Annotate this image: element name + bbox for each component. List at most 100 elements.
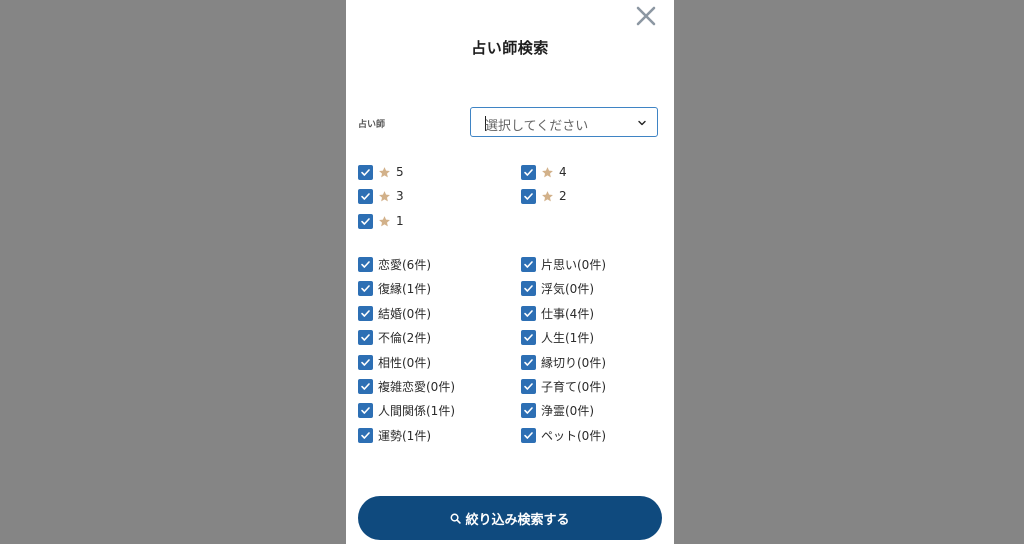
checkbox[interactable]	[521, 305, 536, 321]
checkbox[interactable]	[358, 213, 373, 229]
checkmark-icon	[524, 431, 533, 439]
category-filter[interactable]: 子育て(0件)	[521, 378, 606, 394]
checkmark-icon	[524, 358, 533, 366]
checkbox[interactable]	[358, 305, 373, 321]
checkbox[interactable]	[358, 378, 373, 394]
checkmark-icon	[361, 192, 370, 200]
fortune-teller-select-placeholder: 選択してください	[485, 119, 589, 134]
checkmark-icon	[524, 309, 533, 317]
category-filter[interactable]: 恋愛(6件)	[358, 256, 431, 272]
category-label: 恋愛(6件)	[378, 257, 431, 272]
category-filter[interactable]: ペット(0件)	[521, 427, 606, 443]
category-label: 人生(1件)	[541, 330, 594, 345]
category-filter[interactable]: 浄霊(0件)	[521, 402, 594, 418]
checkbox[interactable]	[358, 427, 373, 443]
chevron-down-icon	[638, 120, 646, 126]
checkmark-icon	[361, 309, 370, 317]
checkmark-icon	[524, 333, 533, 341]
star-icon	[542, 166, 553, 177]
checkmark-icon	[361, 406, 370, 414]
rating-label: 3	[396, 189, 404, 203]
category-label: 不倫(2件)	[378, 330, 431, 345]
rating-label: 4	[559, 165, 567, 179]
checkbox[interactable]	[521, 329, 536, 345]
category-filter[interactable]: 縁切り(0件)	[521, 354, 606, 370]
category-filter[interactable]: 不倫(2件)	[358, 329, 431, 345]
checkbox[interactable]	[358, 280, 373, 296]
checkmark-icon	[361, 358, 370, 366]
category-label: 運勢(1件)	[378, 428, 431, 443]
category-label: 複雑恋愛(0件)	[378, 379, 455, 394]
checkbox[interactable]	[521, 427, 536, 443]
filter-search-button[interactable]: 絞り込み検索する	[358, 496, 662, 540]
checkmark-icon	[361, 431, 370, 439]
category-filter[interactable]: 相性(0件)	[358, 354, 431, 370]
search-modal: 占い師検索 占い師 選択してください 5 4 3 2 1 恋愛(6件) 片思い(…	[346, 0, 674, 544]
checkbox[interactable]	[521, 402, 536, 418]
category-filter[interactable]: 仕事(4件)	[521, 305, 594, 321]
category-label: 子育て(0件)	[541, 379, 606, 394]
checkbox[interactable]	[358, 402, 373, 418]
category-filter[interactable]: 復縁(1件)	[358, 280, 431, 296]
star-icon	[379, 166, 390, 177]
checkmark-icon	[361, 284, 370, 292]
checkbox[interactable]	[521, 354, 536, 370]
category-label: 浄霊(0件)	[541, 403, 594, 418]
close-button[interactable]	[635, 5, 657, 27]
checkbox[interactable]	[521, 188, 536, 204]
modal-title: 占い師検索	[471, 39, 549, 57]
rating-filter-2[interactable]: 2	[521, 188, 567, 204]
category-label: ペット(0件)	[541, 428, 606, 443]
checkmark-icon	[524, 192, 533, 200]
category-label: 縁切り(0件)	[541, 355, 606, 370]
checkmark-icon	[524, 284, 533, 292]
star-icon	[542, 190, 553, 201]
category-filter[interactable]: 結婚(0件)	[358, 305, 431, 321]
checkmark-icon	[361, 333, 370, 341]
category-label: 仕事(4件)	[541, 306, 594, 321]
checkmark-icon	[361, 168, 370, 176]
checkbox[interactable]	[521, 164, 536, 180]
rating-filter-3[interactable]: 3	[358, 188, 404, 204]
rating-label: 1	[396, 214, 404, 228]
category-filter[interactable]: 複雑恋愛(0件)	[358, 378, 455, 394]
checkbox[interactable]	[521, 256, 536, 272]
rating-filter-5[interactable]: 5	[358, 164, 404, 180]
checkbox[interactable]	[358, 164, 373, 180]
category-label: 結婚(0件)	[378, 306, 431, 321]
category-label: 人間関係(1件)	[378, 403, 455, 418]
close-icon	[636, 6, 656, 26]
search-icon	[451, 513, 462, 524]
checkbox[interactable]	[358, 256, 373, 272]
category-filter[interactable]: 浮気(0件)	[521, 280, 594, 296]
checkmark-icon	[524, 168, 533, 176]
rating-filter-4[interactable]: 4	[521, 164, 567, 180]
checkmark-icon	[524, 260, 533, 268]
checkbox[interactable]	[358, 354, 373, 370]
fortune-teller-label: 占い師	[358, 120, 386, 130]
category-label: 片思い(0件)	[541, 257, 606, 272]
checkbox[interactable]	[358, 188, 373, 204]
category-filter[interactable]: 人生(1件)	[521, 329, 594, 345]
star-icon	[379, 215, 390, 226]
checkmark-icon	[361, 217, 370, 225]
star-icon	[379, 190, 390, 201]
checkmark-icon	[361, 382, 370, 390]
category-label: 復縁(1件)	[378, 281, 431, 296]
rating-label: 2	[559, 189, 567, 203]
fortune-teller-select[interactable]: 選択してください	[470, 107, 658, 137]
category-filter[interactable]: 片思い(0件)	[521, 256, 606, 272]
checkbox[interactable]	[358, 329, 373, 345]
filter-search-button-label: 絞り込み検索する	[465, 512, 570, 528]
checkmark-icon	[524, 406, 533, 414]
category-filter[interactable]: 運勢(1件)	[358, 427, 431, 443]
category-filter[interactable]: 人間関係(1件)	[358, 402, 455, 418]
category-label: 浮気(0件)	[541, 281, 594, 296]
checkbox[interactable]	[521, 378, 536, 394]
checkmark-icon	[361, 260, 370, 268]
rating-filter-1[interactable]: 1	[358, 213, 404, 229]
category-label: 相性(0件)	[378, 355, 431, 370]
checkmark-icon	[524, 382, 533, 390]
checkbox[interactable]	[521, 280, 536, 296]
rating-label: 5	[396, 165, 404, 179]
